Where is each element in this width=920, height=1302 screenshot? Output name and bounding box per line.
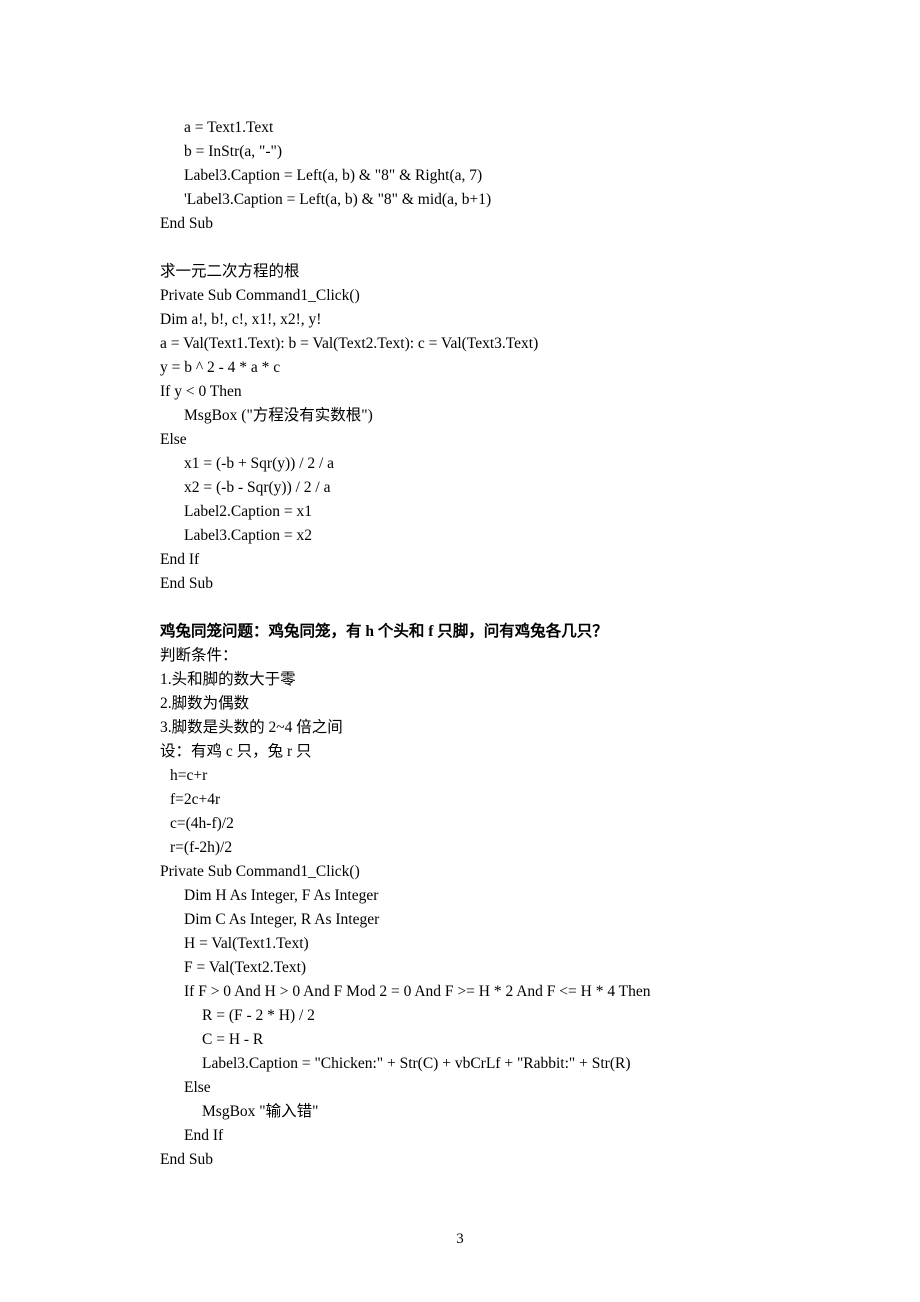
code-line: Label3.Caption = Left(a, b) & "8" & Righ…: [160, 164, 760, 188]
code-line: Dim H As Integer, F As Integer: [160, 884, 760, 908]
code-line: End If: [160, 548, 760, 572]
code-line: a = Text1.Text: [160, 116, 760, 140]
code-line: H = Val(Text1.Text): [160, 932, 760, 956]
code-line: End Sub: [160, 572, 760, 596]
code-line: Label3.Caption = "Chicken:" + Str(C) + v…: [160, 1052, 760, 1076]
code-line: x1 = (-b + Sqr(y)) / 2 / a: [160, 452, 760, 476]
text-line: r=(f-2h)/2: [160, 836, 760, 860]
code-line: 'Label3.Caption = Left(a, b) & "8" & mid…: [160, 188, 760, 212]
code-line: Else: [160, 1076, 760, 1100]
code-line: x2 = (-b - Sqr(y)) / 2 / a: [160, 476, 760, 500]
text-line: c=(4h-f)/2: [160, 812, 760, 836]
code-line: y = b ^ 2 - 4 * a * c: [160, 356, 760, 380]
text-line: h=c+r: [160, 764, 760, 788]
page-content: a = Text1.Text b = InStr(a, "-") Label3.…: [160, 116, 760, 1172]
code-line: Else: [160, 428, 760, 452]
code-line: C = H - R: [160, 1028, 760, 1052]
text-line: 判断条件：: [160, 644, 760, 668]
code-line: MsgBox ("方程没有实数根"): [160, 404, 760, 428]
page-number: 3: [0, 1231, 920, 1248]
code-line: End Sub: [160, 212, 760, 236]
section-title: 求一元二次方程的根: [160, 260, 760, 284]
text-line: 2.脚数为偶数: [160, 692, 760, 716]
code-line: If F > 0 And H > 0 And F Mod 2 = 0 And F…: [160, 980, 760, 1004]
code-line: Private Sub Command1_Click(): [160, 860, 760, 884]
code-line: b = InStr(a, "-"): [160, 140, 760, 164]
text-line: 1.头和脚的数大于零: [160, 668, 760, 692]
code-line: Dim C As Integer, R As Integer: [160, 908, 760, 932]
code-line: a = Val(Text1.Text): b = Val(Text2.Text)…: [160, 332, 760, 356]
text-line: f=2c+4r: [160, 788, 760, 812]
code-line: Label2.Caption = x1: [160, 500, 760, 524]
code-line: Dim a!, b!, c!, x1!, x2!, y!: [160, 308, 760, 332]
text-line: 3.脚数是头数的 2~4 倍之间: [160, 716, 760, 740]
code-line: R = (F - 2 * H) / 2: [160, 1004, 760, 1028]
code-line: End Sub: [160, 1148, 760, 1172]
code-line: MsgBox "输入错": [160, 1100, 760, 1124]
code-line: F = Val(Text2.Text): [160, 956, 760, 980]
text-line: 设：有鸡 c 只，兔 r 只: [160, 740, 760, 764]
code-line: If y < 0 Then: [160, 380, 760, 404]
code-line: Private Sub Command1_Click(): [160, 284, 760, 308]
code-line: End If: [160, 1124, 760, 1148]
section-title: 鸡兔同笼问题：鸡兔同笼，有 h 个头和 f 只脚，问有鸡兔各几只？: [160, 620, 760, 644]
code-line: Label3.Caption = x2: [160, 524, 760, 548]
